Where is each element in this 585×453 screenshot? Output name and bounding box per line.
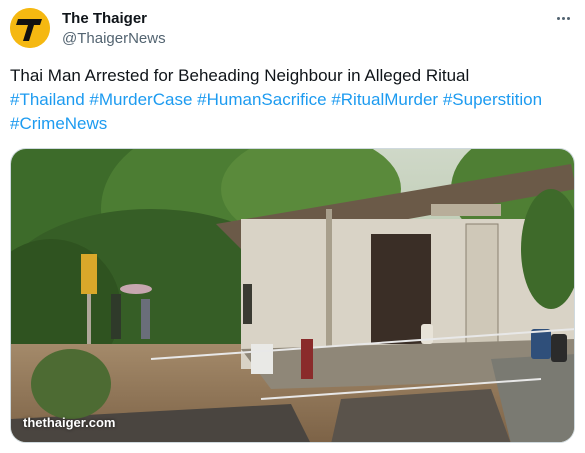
hashtag[interactable]: #Superstition: [443, 90, 542, 109]
hashtag-line: #CrimeNews: [10, 112, 578, 136]
tweet-text: Thai Man Arrested for Beheading Neighbou…: [10, 64, 578, 136]
thaiger-logo-icon: [10, 8, 50, 48]
dot: [556, 16, 560, 20]
tweet-headline: Thai Man Arrested for Beheading Neighbou…: [10, 66, 470, 85]
hashtag[interactable]: #HumanSacrifice: [197, 90, 326, 109]
author-handle[interactable]: @ThaigerNews: [62, 30, 166, 48]
hashtag[interactable]: #Thailand: [10, 90, 85, 109]
dot: [566, 16, 570, 20]
scene-image: [11, 149, 574, 442]
author-display-name[interactable]: The Thaiger: [62, 10, 147, 28]
media-watermark: thethaiger.com: [23, 415, 116, 430]
hashtag[interactable]: #CrimeNews: [10, 114, 107, 133]
avatar[interactable]: [10, 8, 50, 48]
dot: [561, 16, 565, 20]
hashtag[interactable]: #MurderCase: [89, 90, 192, 109]
hashtag[interactable]: #RitualMurder: [331, 90, 438, 109]
hashtag-line: #Thailand #MurderCase #HumanSacrifice #R…: [10, 88, 578, 112]
more-dots-icon[interactable]: [551, 6, 575, 30]
tweet-media-photo[interactable]: thethaiger.com: [10, 148, 575, 443]
tweet-card: The Thaiger @ThaigerNews Thai Man Arrest…: [0, 0, 585, 453]
